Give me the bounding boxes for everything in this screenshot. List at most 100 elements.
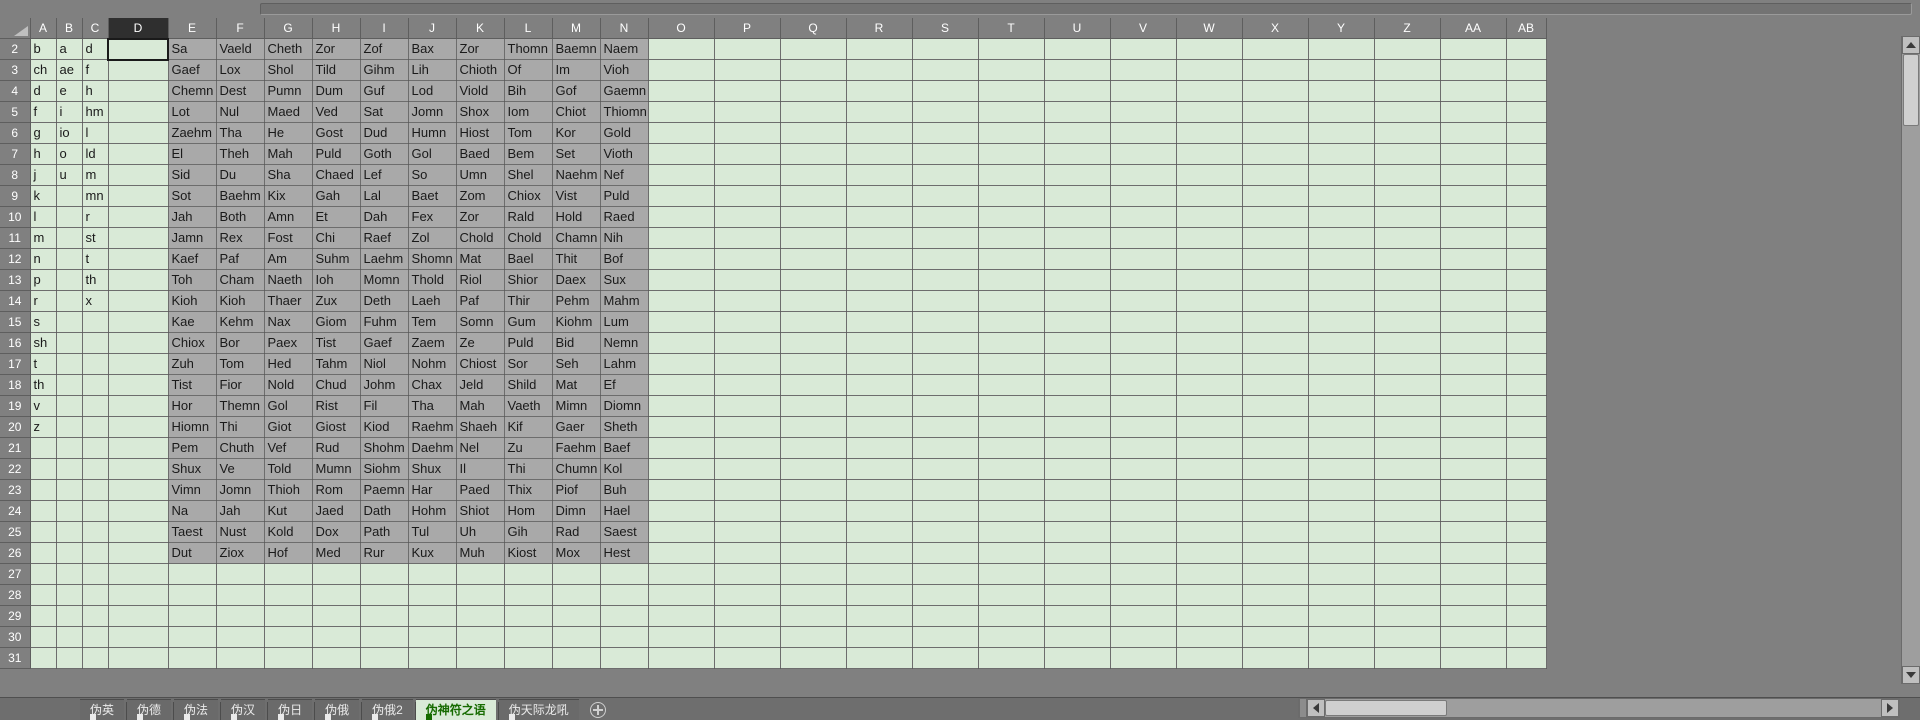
cell[interactable]: Tom [504,123,552,144]
cell[interactable]: Gold [600,123,648,144]
cell[interactable] [714,417,780,438]
row-header[interactable]: 8 [0,165,30,186]
cell[interactable] [264,606,312,627]
cell[interactable]: Hold [552,207,600,228]
cell[interactable]: Lum [600,312,648,333]
cell[interactable]: Hor [168,396,216,417]
cell[interactable] [978,102,1044,123]
cell[interactable]: Jah [216,501,264,522]
cell[interactable] [168,627,216,648]
cell[interactable] [1506,396,1546,417]
row-header[interactable]: 25 [0,522,30,543]
cell[interactable]: d [30,81,56,102]
cell[interactable]: Gaef [360,333,408,354]
cell[interactable] [82,354,108,375]
cell[interactable] [1242,585,1308,606]
cell[interactable] [1440,522,1506,543]
cell[interactable] [1110,123,1176,144]
cell[interactable] [56,312,82,333]
cell[interactable]: Bael [504,249,552,270]
cell[interactable] [912,606,978,627]
cell[interactable] [1044,228,1110,249]
row-header[interactable]: 10 [0,207,30,228]
cell[interactable] [714,207,780,228]
cell[interactable] [1308,81,1374,102]
cell[interactable] [56,606,82,627]
cell[interactable]: Toh [168,270,216,291]
cell[interactable] [780,102,846,123]
cell[interactable]: Uh [456,522,504,543]
cell[interactable]: Taest [168,522,216,543]
cell[interactable]: Lot [168,102,216,123]
cell[interactable]: Saest [600,522,648,543]
cell[interactable] [1242,606,1308,627]
row-header[interactable]: 9 [0,186,30,207]
cell[interactable]: m [30,228,56,249]
cell[interactable] [82,543,108,564]
cell[interactable] [846,333,912,354]
cell[interactable]: s [30,312,56,333]
cell[interactable] [1242,249,1308,270]
cell[interactable] [780,312,846,333]
cell[interactable] [1506,648,1546,669]
cell[interactable] [1044,312,1110,333]
cell[interactable] [648,396,714,417]
cell[interactable] [108,648,168,669]
cell[interactable] [108,186,168,207]
cell[interactable]: g [30,123,56,144]
cell[interactable] [56,375,82,396]
cell[interactable] [82,396,108,417]
cell[interactable] [1308,207,1374,228]
cell[interactable] [1506,312,1546,333]
cell[interactable] [1308,375,1374,396]
cell[interactable] [978,144,1044,165]
cell[interactable] [1176,606,1242,627]
cell[interactable] [216,564,264,585]
cell[interactable] [30,501,56,522]
cell[interactable] [912,333,978,354]
cell[interactable]: Puld [600,186,648,207]
cell[interactable] [912,375,978,396]
cell[interactable] [1110,375,1176,396]
cell[interactable] [1242,165,1308,186]
cell[interactable] [1506,438,1546,459]
cell[interactable]: Laeh [408,291,456,312]
cell[interactable] [82,375,108,396]
cell[interactable]: Laehm [360,249,408,270]
cell[interactable]: Vaeld [216,39,264,60]
cell[interactable] [168,606,216,627]
cell[interactable]: Zaehm [168,123,216,144]
cell[interactable] [552,564,600,585]
cell[interactable] [1242,501,1308,522]
cell[interactable] [1242,648,1308,669]
cell[interactable]: Bid [552,333,600,354]
cell[interactable] [1374,459,1440,480]
cell[interactable] [978,165,1044,186]
cell[interactable] [780,648,846,669]
cell[interactable] [714,648,780,669]
cell[interactable] [648,60,714,81]
cell[interactable] [1440,648,1506,669]
cell[interactable] [82,438,108,459]
cell[interactable] [780,165,846,186]
cell[interactable] [846,585,912,606]
cell[interactable] [82,417,108,438]
cell[interactable] [714,543,780,564]
cell[interactable] [1110,312,1176,333]
cell[interactable] [978,354,1044,375]
cell[interactable] [1242,312,1308,333]
cell[interactable]: Bem [504,144,552,165]
cell[interactable] [360,606,408,627]
cell[interactable] [1374,249,1440,270]
cell[interactable]: Thiomn [600,102,648,123]
cell[interactable]: Nel [456,438,504,459]
cell[interactable] [56,459,82,480]
cell[interactable] [978,60,1044,81]
cell[interactable] [1440,564,1506,585]
cell[interactable]: Hiomn [168,417,216,438]
cell[interactable] [56,333,82,354]
cell[interactable]: Thold [408,270,456,291]
cell[interactable] [1506,480,1546,501]
cell[interactable]: Rom [312,480,360,501]
cell[interactable]: Piof [552,480,600,501]
